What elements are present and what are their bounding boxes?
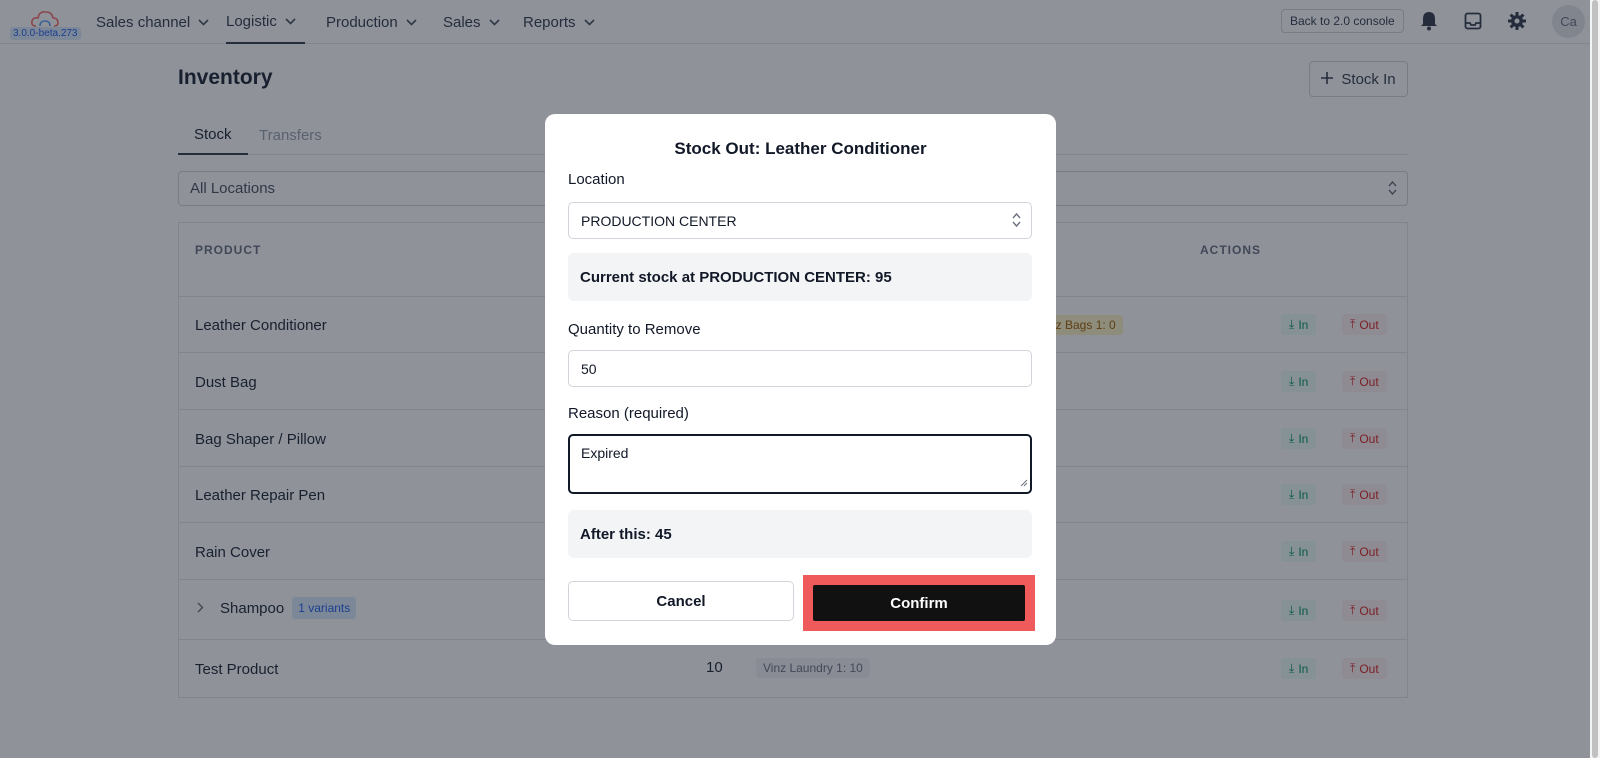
cancel-button[interactable]: Cancel: [568, 581, 794, 621]
select-arrows-icon: [1012, 212, 1021, 231]
quantity-input[interactable]: 50: [568, 350, 1032, 387]
reason-label: Reason (required): [568, 405, 689, 422]
location-select[interactable]: PRODUCTION CENTER: [568, 202, 1032, 239]
confirm-button[interactable]: Confirm: [813, 585, 1025, 621]
quantity-value: 50: [581, 360, 597, 377]
reason-textarea[interactable]: Expired: [568, 434, 1032, 494]
stock-out-dialog: Stock Out: Leather Conditioner Location …: [545, 114, 1056, 645]
location-select-value: PRODUCTION CENTER: [581, 212, 737, 229]
after-stock-info: After this: 45: [568, 510, 1032, 558]
dialog-title: Stock Out: Leather Conditioner: [674, 139, 927, 158]
current-stock-info: Current stock at PRODUCTION CENTER: 95: [568, 253, 1032, 301]
resize-grip-icon[interactable]: [1020, 474, 1028, 490]
page-scrollbar[interactable]: [1590, 0, 1600, 758]
location-label: Location: [568, 171, 625, 188]
reason-value: Expired: [581, 445, 629, 461]
scrollbar-thumb[interactable]: [1592, 0, 1598, 758]
quantity-label: Quantity to Remove: [568, 321, 701, 338]
